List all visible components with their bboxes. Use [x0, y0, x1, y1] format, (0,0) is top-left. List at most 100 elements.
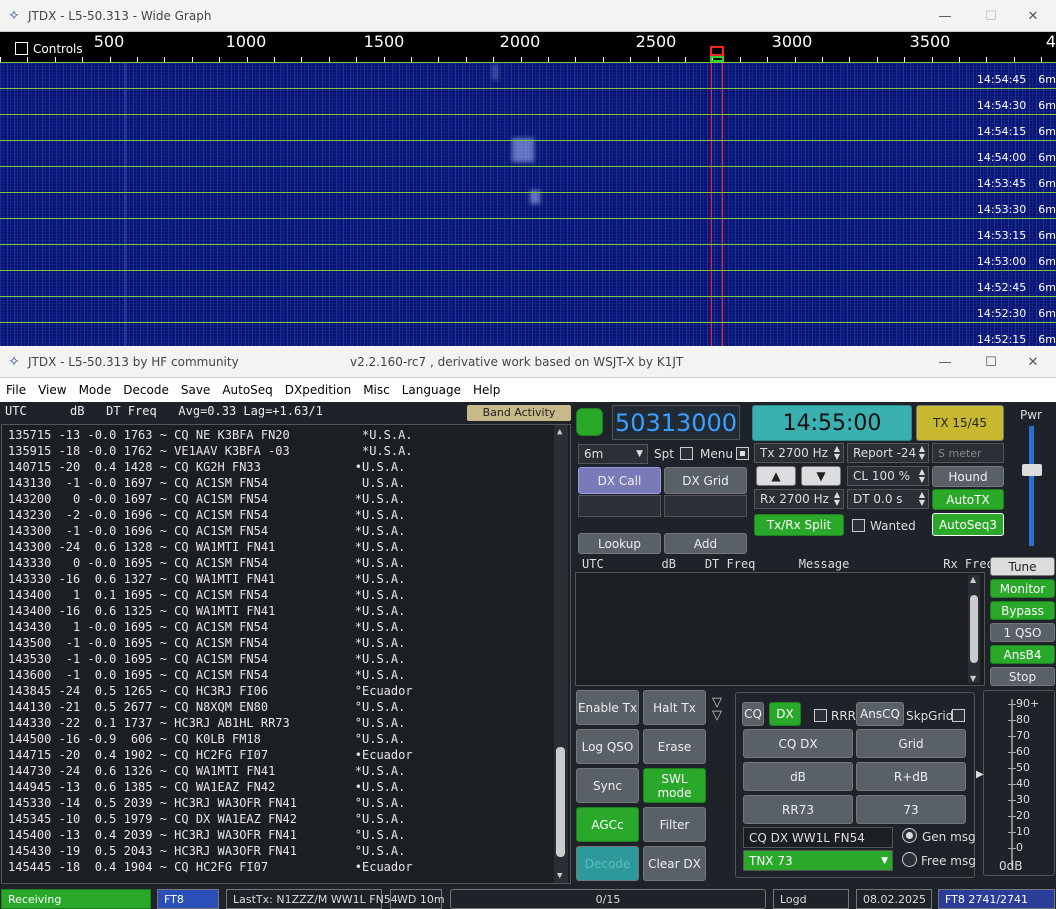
dx-grid-input[interactable]	[664, 495, 747, 517]
maximize-icon[interactable]: ☐	[968, 0, 1014, 32]
decode-row[interactable]: 140715 -20 0.4 1428 ~ CQ KG2H FN33 •U.S.…	[2, 459, 570, 475]
rx-frequency-list[interactable]: ▲ ▼	[575, 572, 985, 686]
dx-call-button[interactable]: DX Call	[578, 467, 661, 494]
decode-row[interactable]: 144330 -22 0.1 1737 ~ HC3RJ AB1HL RR73 °…	[2, 715, 570, 731]
report-spinbox[interactable]: Report -24 ▲ ▼	[847, 443, 929, 463]
dx-button[interactable]: DX	[769, 702, 801, 726]
sync-button[interactable]: Sync	[576, 768, 639, 803]
cq-button[interactable]: CQ	[742, 702, 764, 726]
minimize-icon[interactable]: —	[922, 0, 968, 32]
waterfall[interactable]: 14:54:45 6m 14:54:30 6m 14:54:15 6m 14:54:00 6m…	[0, 62, 1056, 346]
dx-grid-button[interactable]: DX Grid	[664, 467, 747, 494]
rx-freq-spinbox[interactable]: Rx 2700 Hz ▲ ▼	[754, 489, 844, 509]
skpgrid-checkbox[interactable]	[952, 708, 965, 722]
menu-checkbox[interactable]	[736, 446, 749, 460]
agcc-button[interactable]: AGCc	[576, 807, 639, 842]
menu-language[interactable]: Language	[396, 383, 467, 397]
decode-row[interactable]: 135915 -18 -0.0 1762 ~ VE1AAV K3BFA -03 …	[2, 443, 570, 459]
decode-row[interactable]: 143845 -24 0.5 1265 ~ CQ HC3RJ FI06 °Ecu…	[2, 683, 570, 699]
freq-up-button[interactable]: ▲	[756, 466, 796, 486]
hound-button[interactable]: Hound	[932, 466, 1004, 487]
bypass-button[interactable]: Bypass	[990, 601, 1055, 620]
decode-row[interactable]: 143400 -16 0.6 1325 ~ CQ WA1MTI FN41 *U.…	[2, 603, 570, 619]
minimize-icon[interactable]: —	[922, 346, 968, 378]
tx-indicator[interactable]	[576, 408, 603, 436]
rx-scrollbar[interactable]: ▲ ▼	[968, 575, 980, 683]
menu-mode[interactable]: Mode	[73, 383, 118, 397]
menu-autoseq[interactable]: AutoSeq	[216, 383, 278, 397]
dx-call-input[interactable]	[578, 495, 661, 517]
autotx-button[interactable]: AutoTX	[932, 489, 1004, 510]
decode-row[interactable]: 145330 -14 0.5 2039 ~ HC3RJ WA3OFR FN41 …	[2, 795, 570, 811]
grid-message-button[interactable]: Grid	[856, 729, 966, 758]
band-select[interactable]: 6m ▼	[578, 444, 648, 464]
monitor-button[interactable]: Monitor	[990, 579, 1055, 598]
filter-button[interactable]: Filter	[643, 807, 706, 842]
swl-mode-button[interactable]: SWL mode	[643, 768, 706, 803]
decodes-scrollbar[interactable]: ▲ ▼	[554, 425, 568, 883]
halt-tx-button[interactable]: Halt Tx	[643, 690, 706, 725]
clear-dx-button[interactable]: Clear DX	[643, 846, 706, 881]
db-message-button[interactable]: dB	[743, 762, 853, 791]
menu-save[interactable]: Save	[175, 383, 216, 397]
menu-view[interactable]: View	[32, 383, 72, 397]
decode-button[interactable]: Decode	[576, 846, 639, 881]
lookup-button[interactable]: Lookup	[578, 533, 661, 554]
decode-row[interactable]: 144730 -24 0.6 1326 ~ CQ WA1MTI FN41 *U.…	[2, 763, 570, 779]
decode-row[interactable]: 143400 1 0.1 1695 ~ CQ AC1SM FN54 *U.S.A…	[2, 587, 570, 603]
pwr-slider-handle[interactable]	[1022, 464, 1042, 476]
menu-dxpedition[interactable]: DXpedition	[279, 383, 357, 397]
tx-message-input[interactable]: CQ DX WW1L FN54	[743, 827, 893, 848]
decode-row[interactable]: 143300 -1 -0.0 1696 ~ CQ AC1SM FN54 *U.S…	[2, 523, 570, 539]
decode-row[interactable]: 145445 -18 0.4 1904 ~ CQ HC2FG FI07 •Ecu…	[2, 859, 570, 875]
ansb4-button[interactable]: AnsB4	[990, 645, 1055, 664]
decode-row[interactable]: 143130 -1 -0.0 1697 ~ CQ AC1SM FN54 U.S.…	[2, 475, 570, 491]
autoseq-button[interactable]: AutoSeq3	[932, 513, 1004, 536]
tune-button[interactable]: Tune	[990, 557, 1055, 576]
freq-down-button[interactable]: ▼	[801, 466, 841, 486]
tx-marker[interactable]	[710, 46, 724, 56]
decode-row[interactable]: 144500 -16 -0.9 606 ~ CQ K0LB FM18 °U.S.…	[2, 731, 570, 747]
decode-row[interactable]: 144130 -21 0.5 2677 ~ CQ N8XQM EN80 °U.S…	[2, 699, 570, 715]
maximize-icon[interactable]: ☐	[968, 346, 1014, 378]
decode-row[interactable]: 135715 -13 -0.0 1763 ~ CQ NE K3BFA FN20 …	[2, 427, 570, 443]
cq-dx-message-button[interactable]: CQ DX	[743, 729, 853, 758]
scrollbar-thumb[interactable]	[970, 595, 978, 663]
anscq-button[interactable]: AnsCQ	[856, 702, 904, 726]
tx-freq-spinbox[interactable]: Tx 2700 Hz ▲ ▼	[754, 443, 844, 463]
decode-row[interactable]: 145345 -10 0.5 1979 ~ CQ DX WA1EAZ FN42 …	[2, 811, 570, 827]
cl-spinbox[interactable]: CL 100 % ▲ ▼	[847, 466, 929, 486]
enable-tx-button[interactable]: Enable Tx	[576, 690, 639, 725]
menu-help[interactable]: Help	[467, 383, 506, 397]
decode-row[interactable]: 145400 -13 0.4 2039 ~ HC3RJ WA3OFR FN41 …	[2, 827, 570, 843]
decode-row[interactable]: 143200 0 -0.0 1697 ~ CQ AC1SM FN54 *U.S.…	[2, 491, 570, 507]
decode-row[interactable]: 145430 -19 0.5 2043 ~ HC3RJ WA3OFR FN41 …	[2, 843, 570, 859]
decode-row[interactable]: 143500 -1 -0.0 1695 ~ CQ AC1SM FN54 *U.S…	[2, 635, 570, 651]
73-message-button[interactable]: 73	[856, 795, 966, 824]
stop-button[interactable]: Stop	[990, 667, 1055, 686]
menu-decode[interactable]: Decode	[117, 383, 175, 397]
frequency-display[interactable]: 50313000	[612, 405, 740, 440]
decode-row[interactable]: 143330 0 -0.0 1695 ~ CQ AC1SM FN54 *U.S.…	[2, 555, 570, 571]
decode-row[interactable]: 144715 -20 0.4 1902 ~ CQ HC2FG FI07 •Ecu…	[2, 747, 570, 763]
decode-row[interactable]: 143300 -24 0.6 1328 ~ CQ WA1MTI FN41 *U.…	[2, 539, 570, 555]
decode-row[interactable]: 143600 -1 0.0 1695 ~ CQ AC1SM FN54 *U.S.…	[2, 667, 570, 683]
log-qso-button[interactable]: Log QSO	[576, 729, 639, 764]
erase-button[interactable]: Erase	[643, 729, 706, 764]
decode-row[interactable]: 144945 -13 0.6 1385 ~ CQ WA1EAZ FN42 •U.…	[2, 779, 570, 795]
decode-row[interactable]: 143430 1 -0.0 1695 ~ CQ AC1SM FN54 *U.S.…	[2, 619, 570, 635]
rr73-message-button[interactable]: RR73	[743, 795, 853, 824]
band-activity-button[interactable]: Band Activity	[467, 405, 571, 421]
decode-row[interactable]: 143330 -16 0.6 1327 ~ CQ WA1MTI FN41 *U.…	[2, 571, 570, 587]
rrr-checkbox[interactable]	[814, 708, 827, 722]
decode-row[interactable]: 143530 -1 -0.0 1695 ~ CQ AC1SM FN54 *U.S…	[2, 651, 570, 667]
menu-file[interactable]: File	[0, 383, 32, 397]
spt-checkbox[interactable]	[680, 446, 693, 460]
controls-checkbox[interactable]	[15, 41, 28, 55]
add-button[interactable]: Add	[664, 533, 747, 554]
close-icon[interactable]: ✕	[1010, 346, 1056, 378]
gen-msg-radio[interactable]	[902, 828, 917, 843]
free-msg-radio[interactable]	[902, 852, 917, 867]
band-activity-list[interactable]: 135715 -13 -0.0 1763 ~ CQ NE K3BFA FN20 …	[1, 424, 571, 884]
menu-misc[interactable]: Misc	[357, 383, 396, 397]
